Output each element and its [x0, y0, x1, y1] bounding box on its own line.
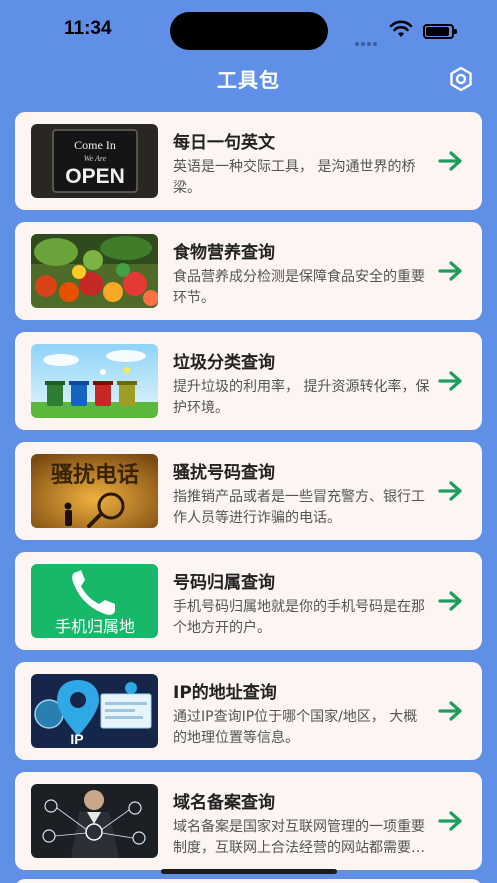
tool-desc: 食品营养成分检测是保障食品安全的重要环节。	[173, 269, 425, 306]
tool-title: 骚扰号码查询	[173, 463, 275, 483]
thumb-ip-address: IP	[31, 674, 158, 748]
arrow-right-icon[interactable]	[438, 260, 464, 282]
tool-desc: 指推销产品或者是一些冒充警方、银行工作人员等进行诈骗的电话。	[173, 489, 425, 526]
tool-title: 号码归属查询	[173, 573, 275, 593]
svg-text:骚扰电话: 骚扰电话	[51, 463, 139, 488]
settings-icon[interactable]	[448, 66, 474, 92]
tool-list: Come In We Are OPEN 每日一句英文 英语是一种交际工具， 是沟…	[15, 112, 482, 882]
thumb-harassment-call: 骚扰电话	[31, 454, 158, 528]
arrow-right-icon[interactable]	[438, 480, 464, 502]
tool-title: 域名备案查询	[173, 793, 275, 813]
tool-title: 每日一句英文	[173, 133, 275, 153]
tool-card-garbage-sorting[interactable]: 垃圾分类查询 提升垃圾的利用率， 提升资源转化率，保护环境。	[15, 332, 482, 430]
tool-card-partial[interactable]	[15, 879, 482, 883]
thumb-vegetables	[31, 234, 158, 308]
tool-desc: 提升垃圾的利用率， 提升资源转化率，保护环境。	[173, 379, 430, 416]
signal-icon	[355, 31, 379, 50]
dynamic-island	[170, 12, 328, 50]
tool-card-daily-english[interactable]: Come In We Are OPEN 每日一句英文 英语是一种交际工具， 是沟…	[15, 112, 482, 210]
tool-card-domain-filing[interactable]: 域名备案查询 域名备案是国家对互联网管理的一项重要制度，互联网上合法经营的网站都…	[15, 772, 482, 870]
svg-text:手机归属地: 手机归属地	[55, 617, 135, 636]
thumb-open-sign: Come In We Are OPEN	[31, 124, 158, 198]
wifi-icon	[389, 20, 413, 37]
svg-text:We Are: We Are	[84, 154, 107, 163]
tool-card-number-location[interactable]: 手机归属地 号码归属查询 手机号码归属地就是你的手机号码是在那个地方开的户。	[15, 552, 482, 650]
thumb-recycle-bins	[31, 344, 158, 418]
thumb-domain-network	[31, 784, 158, 858]
arrow-right-icon[interactable]	[438, 590, 464, 612]
home-indicator[interactable]	[161, 869, 337, 874]
battery-icon	[423, 24, 457, 39]
tool-desc: 手机号码归属地就是你的手机号码是在那个地方开的户。	[173, 599, 425, 636]
tool-title: 食物营养查询	[173, 243, 275, 263]
svg-text:IP: IP	[70, 731, 83, 747]
arrow-right-icon[interactable]	[438, 700, 464, 722]
page-title: 工具包	[217, 68, 280, 92]
arrow-right-icon[interactable]	[438, 150, 464, 172]
tool-card-ip-lookup[interactable]: IP IP的地址查询 通过IP查询IP位于哪个国家/地区， 大概的地理位置等信息…	[15, 662, 482, 760]
svg-text:Come In: Come In	[74, 138, 116, 152]
arrow-right-icon[interactable]	[438, 810, 464, 832]
tool-title: 垃圾分类查询	[173, 353, 275, 373]
tool-desc: 通过IP查询IP位于哪个国家/地区， 大概的地理位置等信息。	[173, 709, 418, 746]
arrow-right-icon[interactable]	[438, 370, 464, 392]
tool-card-harassment-number[interactable]: 骚扰电话 骚扰号码查询 指推销产品或者是一些冒充警方、银行工作人员等进行诈骗的电…	[15, 442, 482, 540]
svg-text:OPEN: OPEN	[65, 165, 125, 188]
tool-title: IP的地址查询	[173, 683, 277, 703]
tool-desc: 域名备案是国家对互联网管理的一项重要制度，互联网上合法经营的网站都需要备案。	[173, 819, 425, 856]
status-time: 11:34	[64, 18, 112, 39]
status-bar: 11:34	[0, 0, 497, 56]
tool-desc: 英语是一种交际工具， 是沟通世界的桥梁。	[173, 159, 416, 196]
thumb-phone-location: 手机归属地	[31, 564, 158, 638]
tool-card-food-nutrition[interactable]: 食物营养查询 食品营养成分检测是保障食品安全的重要环节。	[15, 222, 482, 320]
